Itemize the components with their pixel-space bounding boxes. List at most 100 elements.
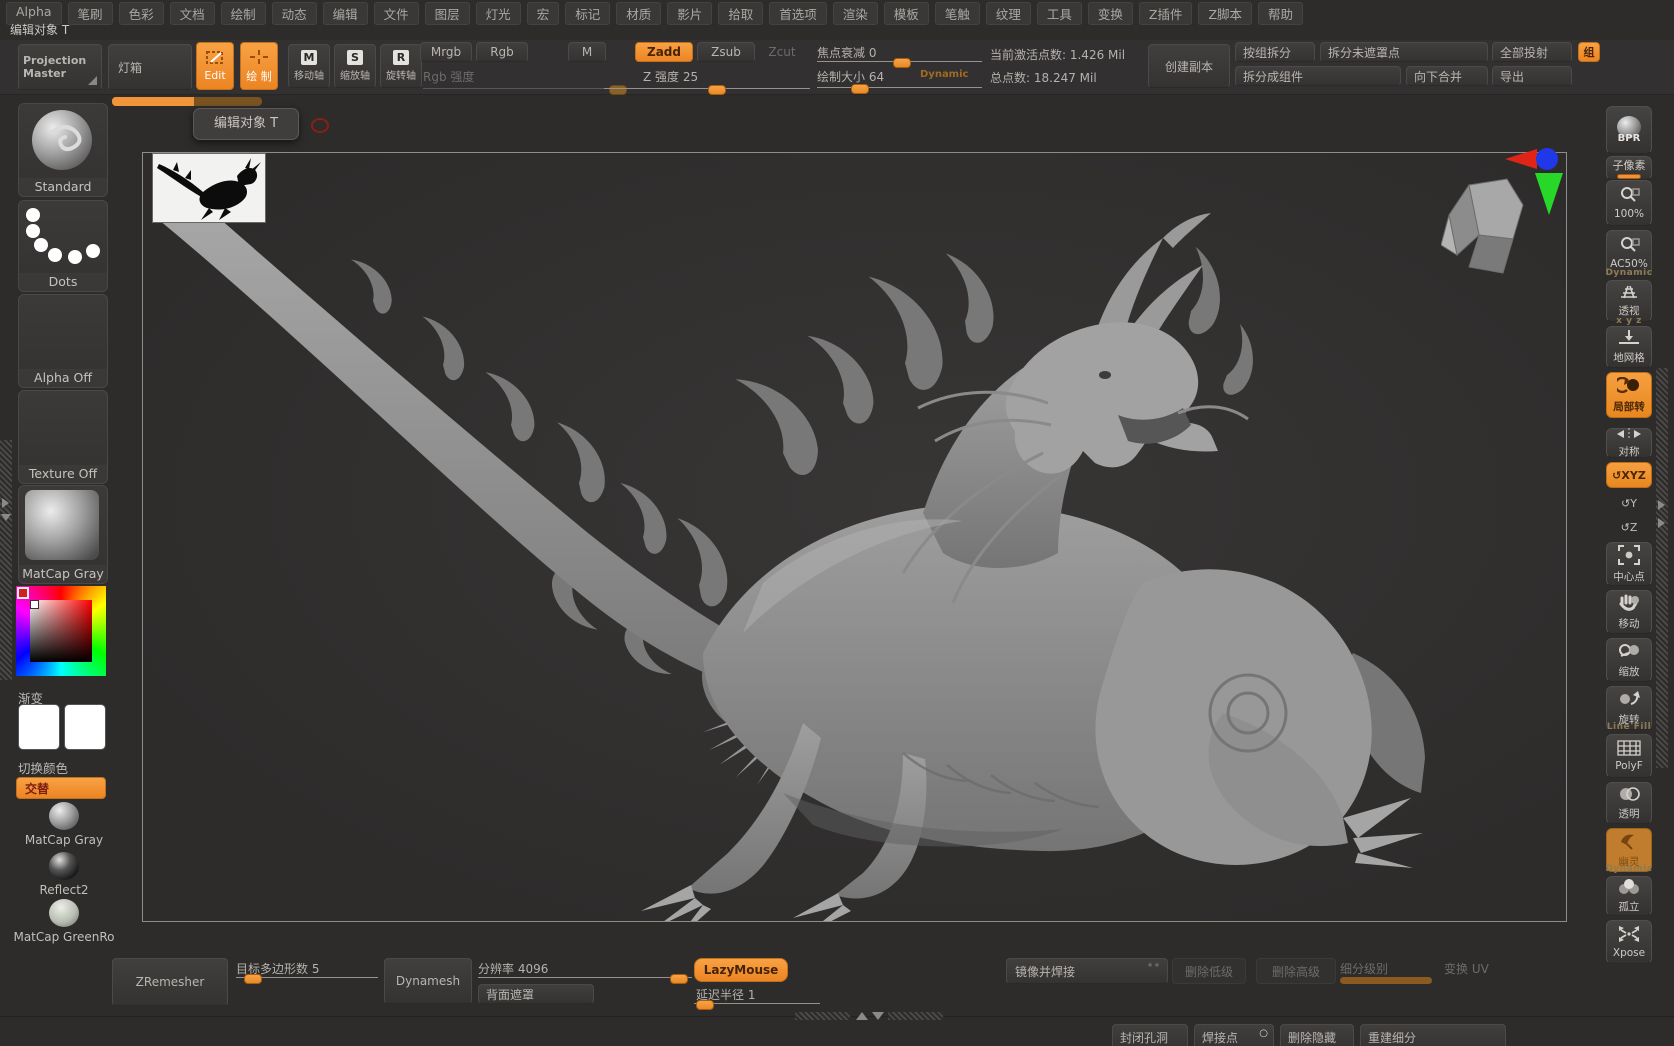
lightbox-button[interactable]: 灯箱 [108,44,192,90]
tray-resize-handle[interactable] [795,1012,850,1020]
rgb-button[interactable]: Rgb [476,42,528,62]
menu-item-笔触[interactable]: 笔触 [935,2,980,25]
z-intensity-slider[interactable] [604,84,810,94]
axis-gizmo[interactable] [1503,147,1567,217]
tray-collapse-up-icon[interactable] [856,1012,868,1020]
shelf-button-bpr[interactable]: BPR [1606,106,1652,154]
menu-item-文件[interactable]: 文件 [374,2,419,25]
project-all-button[interactable]: 全部投射 [1492,42,1572,62]
shelf-button-polyf[interactable]: PolyF [1606,734,1652,778]
delete-higher-button[interactable]: 删除高级 [1256,958,1336,984]
shelf-button-透明[interactable]: 透明 [1606,782,1652,824]
duplicate-button[interactable]: 创建副本 [1148,44,1230,88]
delete-lower-button[interactable]: 删除低级 [1172,958,1246,984]
shelf-button-xyz[interactable]: ↺XYZ [1606,462,1652,488]
shelf-button-孤立[interactable]: 孤立 [1606,876,1652,916]
menu-item-变换[interactable]: 变换 [1088,2,1133,25]
menu-item-灯光[interactable]: 灯光 [476,2,521,25]
menu-item-Z插件[interactable]: Z插件 [1139,2,1193,25]
draw-size-slider[interactable] [817,83,982,93]
menu-item-色彩[interactable]: 色彩 [119,2,164,25]
sv-selector[interactable] [30,600,39,609]
shelf-button-z[interactable]: ↺Z [1606,516,1652,538]
edit-button[interactable]: Edit [196,42,234,90]
alternate-color-button[interactable]: 交替 [16,777,106,799]
tray-thumb-texture-off[interactable]: Texture Off [18,390,108,484]
shelf-button-移动[interactable]: 移动 [1606,590,1652,634]
menu-item-文档[interactable]: 文档 [170,2,215,25]
split-unmasked-button[interactable]: 拆分未遮罩点 [1320,42,1488,62]
menu-item-工具[interactable]: 工具 [1037,2,1082,25]
gizmo-m-axis-button[interactable]: M移动轴 [288,44,330,88]
menu-item-帮助[interactable]: 帮助 [1258,2,1303,25]
tray-thumb-alpha-off[interactable]: Alpha Off [18,294,108,388]
rgb-intensity-slider[interactable] [423,84,628,94]
menu-item-首选项[interactable]: 首选项 [769,2,827,25]
mirror-and-weld-button[interactable]: 镜像并焊接 ∗∗ [1006,958,1168,984]
color-gradient-square[interactable] [30,600,92,662]
material-item-matcap-gray[interactable]: MatCap Gray [6,802,122,846]
menu-item-绘制[interactable]: 绘制 [221,2,266,25]
lazy-radius-slider[interactable] [694,999,820,1009]
shelf-button-地网格[interactable]: 地网格 [1606,326,1652,368]
weld-points-button[interactable]: 焊接点 ○ [1194,1024,1274,1046]
target-polygons-slider[interactable] [236,973,378,983]
menu-item-笔刷[interactable]: 笔刷 [68,2,113,25]
group-button[interactable]: 组 [1578,42,1600,62]
menu-item-拾取[interactable]: 拾取 [718,2,763,25]
draw-button[interactable]: 绘 制 [240,42,278,90]
export-button[interactable]: 导出 [1492,66,1572,86]
shelf-button-100pct[interactable]: 100% [1606,180,1652,226]
split-by-groups-button[interactable]: 按组拆分 [1235,42,1315,62]
shelf-button-y[interactable]: ↺Y [1606,492,1652,514]
menu-item-纹理[interactable]: 纹理 [986,2,1031,25]
lazymouse-button[interactable]: LazyMouse [694,958,788,982]
delete-hidden-button[interactable]: 删除隐藏 [1280,1024,1354,1046]
uv-map-label[interactable]: 变换 UV [1444,960,1489,977]
menu-item-渲染[interactable]: 渲染 [833,2,878,25]
sculpt-canvas[interactable] [142,152,1567,922]
zsub-button[interactable]: Zsub [697,42,755,62]
projection-master-button[interactable]: Projection Master [18,44,102,90]
gizmo-s-axis-button[interactable]: S缩放轴 [334,44,376,88]
material-item-reflect2[interactable]: Reflect2 [6,852,122,896]
color-picker[interactable] [16,586,106,676]
subpixel-slider[interactable] [1617,174,1641,179]
close-holes-button[interactable]: 封闭孔洞 [1112,1024,1188,1046]
secondary-color-swatch[interactable] [64,704,106,750]
zcut-button[interactable]: Zcut [759,42,805,62]
subdiv-level-slider[interactable] [1340,977,1432,984]
dynamesh-button[interactable]: Dynamesh [384,958,472,1004]
menu-item-Z脚本[interactable]: Z脚本 [1198,2,1252,25]
right-shelf-scrollbar[interactable] [1656,368,1668,768]
tray-resize-handle[interactable] [888,1012,943,1020]
menu-item-动态[interactable]: 动态 [272,2,317,25]
tray-thumb-dots[interactable]: Dots [18,200,108,292]
focal-shift-slider[interactable] [817,57,982,67]
hue-selector[interactable] [17,587,29,599]
backface-mask-button[interactable]: 背面遮罩 [478,984,594,1004]
tray-thumb-matcap-gray[interactable]: MatCap Gray [18,485,108,584]
m-button[interactable]: M [568,42,606,62]
reconstruct-subdiv-button[interactable]: 重建细分 [1360,1024,1506,1046]
shelf-button-xpose[interactable]: Xpose [1606,920,1652,964]
texture-preview-thumbnail[interactable] [152,153,266,223]
tray-collapse-down-icon[interactable] [872,1012,884,1020]
left-tray-scrollbar[interactable] [0,440,12,680]
shelf-button-对称[interactable]: 对称 [1606,428,1652,458]
zremesher-button[interactable]: ZRemesher [112,958,228,1006]
shelf-arrow-icon[interactable] [1658,500,1665,510]
main-color-swatch[interactable] [18,704,60,750]
tray-thumb-standard[interactable]: Standard [18,103,108,197]
menu-item-影片[interactable]: 影片 [667,2,712,25]
shelf-button-局部转[interactable]: 局部转 [1606,372,1652,418]
gizmo-r-axis-button[interactable]: R旋转轴 [380,44,422,88]
menu-item-编辑[interactable]: 编辑 [323,2,368,25]
mrgb-button[interactable]: Mrgb [420,42,472,62]
shelf-button-缩放[interactable]: 缩放 [1606,638,1652,682]
zadd-button[interactable]: Zadd [635,42,693,62]
menu-item-图层[interactable]: 图层 [425,2,470,25]
shelf-button-子像素[interactable]: 子像素 [1606,156,1652,180]
split-to-parts-button[interactable]: 拆分成组件 [1235,66,1401,86]
menu-item-材质[interactable]: 材质 [616,2,661,25]
